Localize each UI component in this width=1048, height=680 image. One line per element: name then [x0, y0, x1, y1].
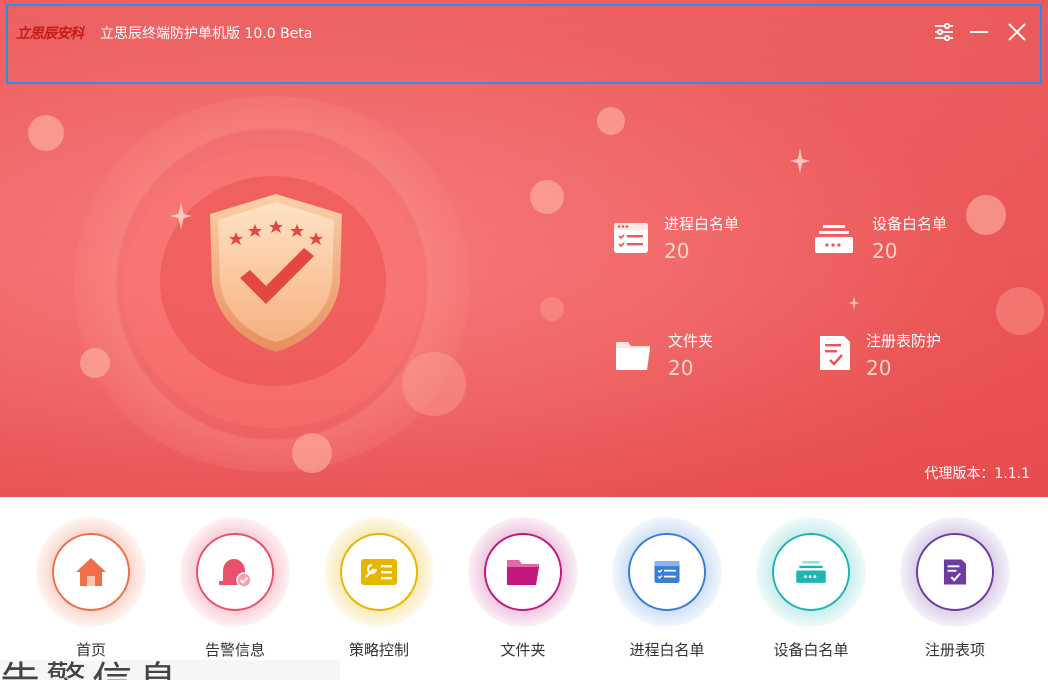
minimize-button[interactable] [965, 18, 993, 46]
clipped-heading: 告警信息 [0, 660, 340, 680]
nav-circle [340, 533, 418, 611]
process-list-icon [614, 223, 648, 253]
nav-alarm[interactable]: 告警信息 [180, 517, 290, 667]
nav-device-whitelist[interactable]: 设备白名单 [756, 517, 866, 667]
stat-value: 20 [668, 356, 694, 380]
decor-bubble [530, 180, 564, 214]
nav-home[interactable]: 首页 [36, 517, 146, 667]
decor-bubble [996, 287, 1044, 335]
settings-button[interactable] [930, 18, 958, 46]
nav-label: 进程白名单 [629, 641, 705, 659]
clipped-heading-text: 告警信息 [0, 662, 184, 680]
home-icon [76, 558, 106, 586]
registry-icon [943, 559, 967, 585]
agent-version: 代理版本：1.1.1 [924, 466, 1030, 482]
stat-device-whitelist: 设备白名单 20 [812, 213, 1002, 283]
nav-registry[interactable]: 注册表项 [900, 517, 1010, 667]
nav-label: 注册表项 [924, 641, 985, 659]
nav-circle [52, 533, 130, 611]
stat-label: 设备白名单 [872, 215, 948, 233]
stat-label: 文件夹 [668, 332, 714, 350]
alarm-icon [219, 559, 252, 588]
nav-label: 文件夹 [500, 641, 546, 659]
settings-sliders-icon [935, 22, 953, 42]
policy-icon [361, 559, 397, 585]
stat-process-whitelist: 进程白名单 20 [612, 213, 802, 283]
stat-registry: 注册表防护 20 [816, 330, 1006, 400]
minimize-icon [970, 31, 988, 33]
stat-value: 20 [866, 356, 892, 380]
nav-label: 策略控制 [348, 641, 409, 659]
stat-value: 20 [664, 239, 690, 263]
nav-circle [484, 533, 562, 611]
nav-label: 设备白名单 [773, 641, 849, 659]
registry-icon [820, 336, 850, 370]
nav-folder[interactable]: 文件夹 [468, 517, 578, 667]
close-icon [1008, 23, 1026, 41]
nav-circle [916, 533, 994, 611]
bottom-navigation: 首页 告警信息 策略控制 文件夹 进程白名单 设备白名单 注册表项 [0, 497, 1048, 680]
device-icon [815, 225, 853, 253]
folder-icon [507, 560, 539, 585]
stat-label: 进程白名单 [664, 215, 740, 233]
process-list-icon [654, 560, 680, 584]
nav-circle [628, 533, 706, 611]
nav-policy[interactable]: 策略控制 [324, 517, 434, 667]
stat-value: 20 [872, 239, 898, 263]
sparkle-icon [848, 296, 860, 310]
app-title: 立思辰终端防护单机版 10.0 Beta [100, 26, 313, 42]
title-bar[interactable]: 立思辰安科 立思辰终端防护单机版 10.0 Beta [6, 4, 1042, 84]
nav-label: 告警信息 [204, 641, 265, 659]
decor-bubble [28, 115, 64, 151]
nav-circle [772, 533, 850, 611]
stat-folder: 文件夹 20 [612, 330, 802, 400]
decor-bubble [540, 297, 564, 321]
shield-check-icon [210, 194, 342, 352]
nav-circle [196, 533, 274, 611]
stat-label: 注册表防护 [866, 332, 942, 350]
nav-process-whitelist[interactable]: 进程白名单 [612, 517, 722, 667]
sparkle-icon [790, 148, 810, 174]
nav-label: 首页 [75, 641, 106, 659]
folder-icon [616, 342, 650, 370]
brand-logo: 立思辰安科 [16, 26, 84, 42]
device-icon [796, 561, 826, 583]
close-button[interactable] [1003, 18, 1031, 46]
sparkle-icon [170, 202, 192, 230]
decor-bubble [597, 107, 625, 135]
